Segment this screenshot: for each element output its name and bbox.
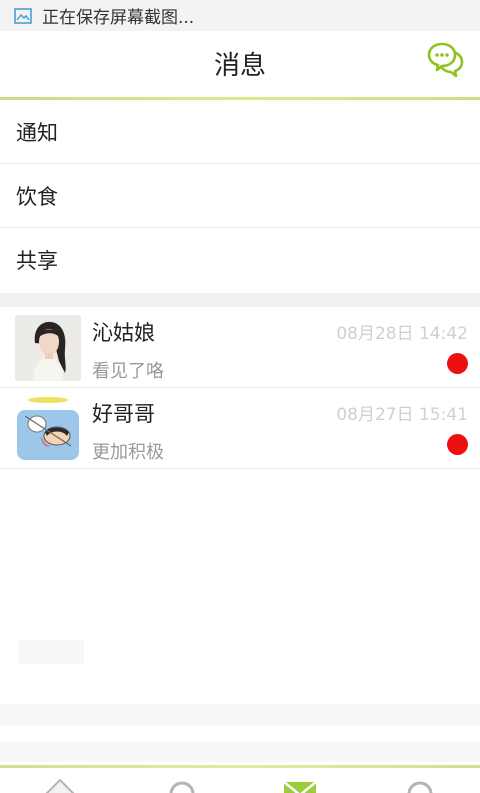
contact-name: 好哥哥 (92, 402, 155, 426)
menu-item-diet[interactable]: 饮食 (0, 164, 480, 228)
app-header: 消息 (0, 31, 480, 97)
message-row[interactable]: 好哥哥 08月27日 15:41 更加积极 (0, 388, 480, 469)
avatar (15, 396, 81, 462)
bottom-tab-bar (0, 768, 480, 793)
menu-item-label: 饮食 (16, 184, 58, 209)
section-divider (0, 293, 480, 308)
message-preview: 看见了咯 (92, 361, 164, 382)
profile-tab-icon[interactable] (404, 778, 440, 793)
avatar (15, 315, 81, 381)
status-bar: 正在保存屏幕截图... (0, 0, 480, 31)
unread-badge (447, 434, 468, 455)
menu-item-notifications[interactable]: 通知 (0, 100, 480, 164)
page-title: 消息 (213, 51, 266, 81)
status-text: 正在保存屏幕截图... (42, 8, 195, 28)
contact-name: 沁姑娘 (92, 321, 155, 345)
home-tab-icon[interactable] (42, 778, 78, 793)
message-tab-icon[interactable] (282, 778, 318, 793)
message-time: 08月28日 14:42 (336, 324, 468, 344)
menu-item-label: 通知 (16, 120, 58, 145)
screenshot-icon (14, 7, 32, 24)
message-time: 08月27日 15:41 (336, 405, 468, 425)
unread-badge (447, 353, 468, 374)
search-tab-icon[interactable] (164, 778, 200, 793)
message-preview: 更加积极 (92, 442, 164, 463)
faint-placeholder (0, 742, 480, 762)
message-row[interactable]: 沁姑娘 08月28日 14:42 看见了咯 (0, 307, 480, 388)
menu-item-label: 共享 (16, 249, 58, 273)
menu-item-share[interactable]: 共享 (0, 228, 480, 292)
faint-placeholder (0, 704, 480, 726)
faint-placeholder (18, 640, 84, 664)
chat-bubbles-icon[interactable] (426, 41, 464, 79)
